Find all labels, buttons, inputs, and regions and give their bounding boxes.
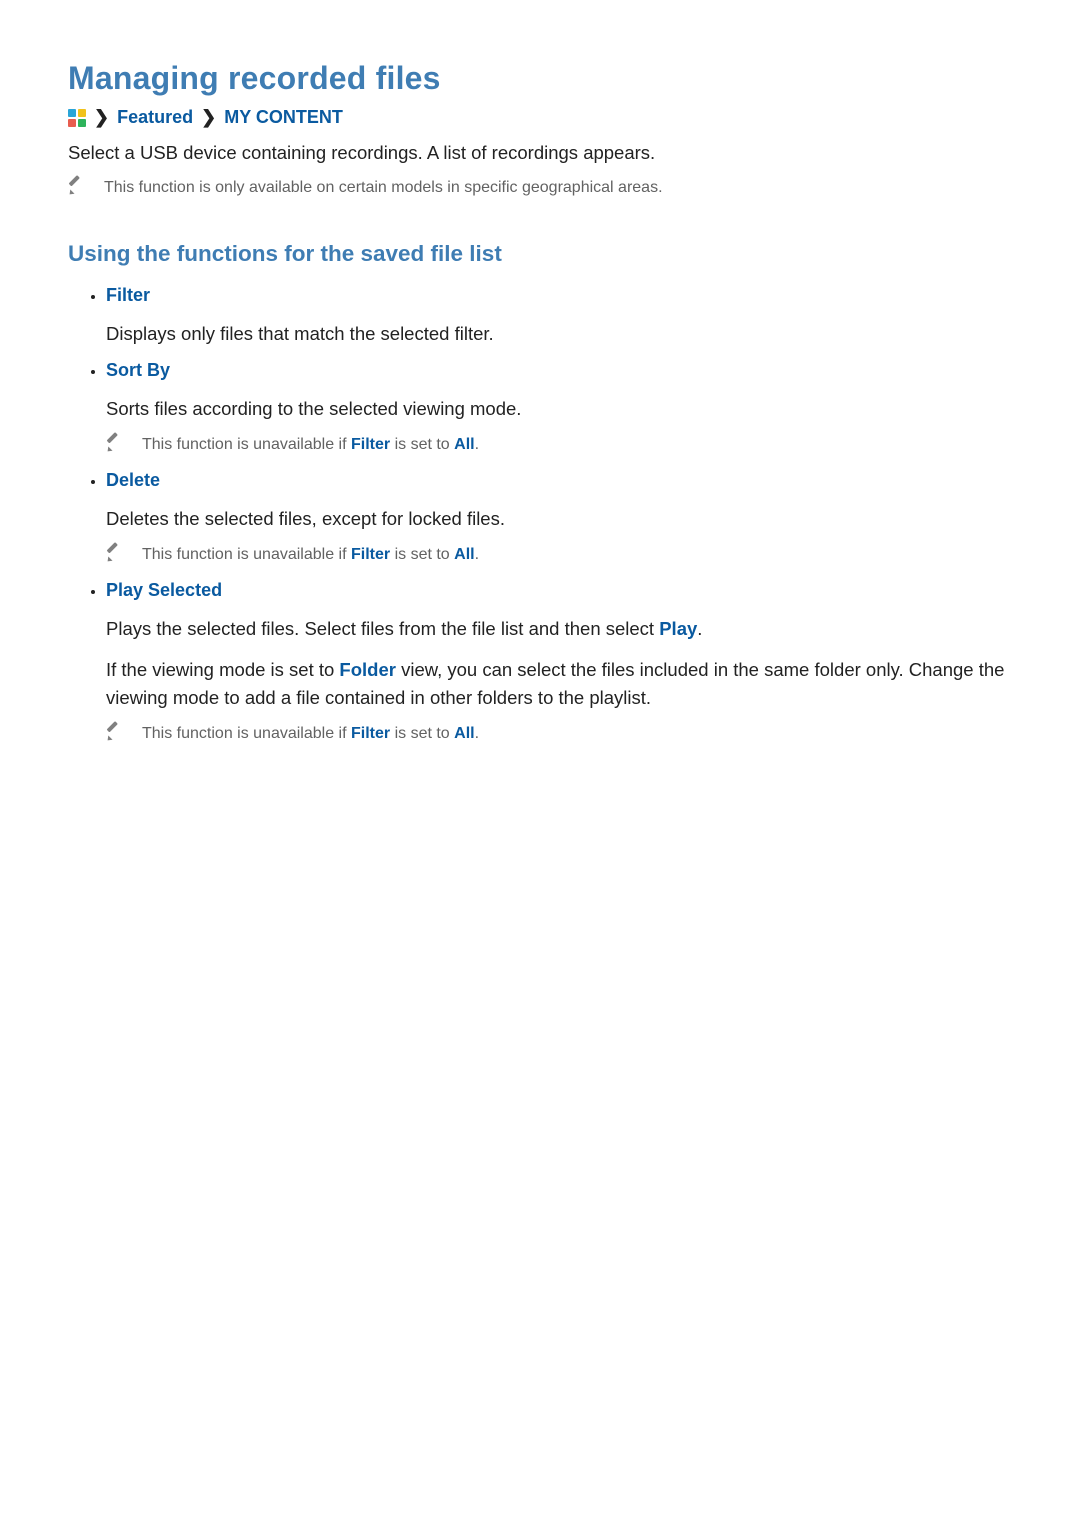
item-body-play-1: Plays the selected files. Select files f… bbox=[106, 615, 1012, 644]
note-text-post: . bbox=[475, 546, 479, 563]
delete-note: This function is unavailable if Filter i… bbox=[106, 546, 1012, 566]
function-list: Filter Displays only files that match th… bbox=[68, 285, 1012, 745]
note-text-post: . bbox=[475, 436, 479, 453]
intro-text: Select a USB device containing recording… bbox=[68, 140, 1012, 167]
play-note: This function is unavailable if Filter i… bbox=[106, 725, 1012, 745]
chevron-right-icon: ❯ bbox=[94, 107, 109, 128]
note-kw-filter: Filter bbox=[351, 546, 390, 563]
pencil-note-icon bbox=[106, 727, 124, 745]
page-title: Managing recorded files bbox=[68, 60, 1012, 97]
folder-kw: Folder bbox=[339, 659, 396, 680]
note-text-pre: This function is unavailable if bbox=[142, 546, 351, 563]
breadcrumb: ❯ Featured ❯ MY CONTENT bbox=[68, 107, 1012, 128]
availability-note-text: This function is only available on certa… bbox=[104, 179, 1012, 197]
item-body-delete: Deletes the selected files, except for l… bbox=[106, 505, 1012, 534]
breadcrumb-mycontent: MY CONTENT bbox=[224, 107, 343, 128]
note-text-mid: is set to bbox=[390, 436, 454, 453]
section-heading: Using the functions for the saved file l… bbox=[68, 241, 1012, 267]
delete-note-text: This function is unavailable if Filter i… bbox=[142, 546, 1012, 564]
pencil-note-icon bbox=[106, 438, 124, 456]
note-text-post: . bbox=[475, 725, 479, 742]
note-kw-filter: Filter bbox=[351, 436, 390, 453]
note-text-pre: This function is unavailable if bbox=[142, 436, 351, 453]
breadcrumb-featured: Featured bbox=[117, 107, 193, 128]
list-item-sortby: Sort By Sorts files according to the sel… bbox=[106, 360, 1012, 456]
pencil-note-icon bbox=[68, 181, 86, 199]
item-head-play: Play Selected bbox=[106, 580, 222, 601]
pencil-note-icon bbox=[106, 548, 124, 566]
chevron-right-icon: ❯ bbox=[201, 107, 216, 128]
play-kw: Play bbox=[659, 618, 697, 639]
item-body-sortby: Sorts files according to the selected vi… bbox=[106, 395, 1012, 424]
list-item-play-selected: Play Selected Plays the selected files. … bbox=[106, 580, 1012, 745]
note-kw-filter: Filter bbox=[351, 725, 390, 742]
note-kw-all: All bbox=[454, 546, 474, 563]
note-text-mid: is set to bbox=[390, 725, 454, 742]
item-head-delete: Delete bbox=[106, 470, 160, 491]
smart-hub-icon bbox=[68, 109, 86, 127]
note-text-pre: This function is unavailable if bbox=[142, 725, 351, 742]
item-head-sortby: Sort By bbox=[106, 360, 170, 381]
document-page: Managing recorded files ❯ Featured ❯ MY … bbox=[0, 0, 1080, 1527]
sortby-note: This function is unavailable if Filter i… bbox=[106, 436, 1012, 456]
availability-note: This function is only available on certa… bbox=[68, 179, 1012, 199]
item-head-filter: Filter bbox=[106, 285, 150, 306]
sortby-note-text: This function is unavailable if Filter i… bbox=[142, 436, 1012, 454]
item-body-filter: Displays only files that match the selec… bbox=[106, 320, 1012, 349]
item-body-play-2: If the viewing mode is set to Folder vie… bbox=[106, 656, 1012, 713]
note-text-mid: is set to bbox=[390, 546, 454, 563]
note-kw-all: All bbox=[454, 725, 474, 742]
play-body2-pre: If the viewing mode is set to bbox=[106, 659, 339, 680]
play-body1-post: . bbox=[697, 618, 702, 639]
note-kw-all: All bbox=[454, 436, 474, 453]
play-note-text: This function is unavailable if Filter i… bbox=[142, 725, 1012, 743]
list-item-filter: Filter Displays only files that match th… bbox=[106, 285, 1012, 349]
play-body1-pre: Plays the selected files. Select files f… bbox=[106, 618, 659, 639]
list-item-delete: Delete Deletes the selected files, excep… bbox=[106, 470, 1012, 566]
